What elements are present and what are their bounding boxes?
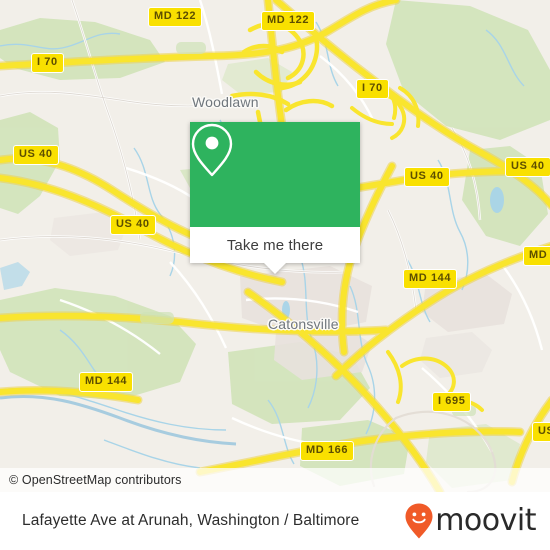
map-attribution-bar: © OpenStreetMap contributors: [0, 468, 550, 492]
highway-shield-md122-west: MD 122: [148, 7, 203, 27]
moovit-station-map-card: Woodlawn Catonsville MD 122 MD 122 I 70 …: [0, 0, 550, 550]
highway-shield-us40-east: US 40: [505, 157, 550, 177]
place-label-catonsville: Catonsville: [268, 316, 339, 332]
highway-shield-us40-west: US 40: [110, 215, 156, 235]
highway-shield-i695: I 695: [432, 392, 472, 412]
highway-shield-md1-east-edge: MD 1: [523, 246, 550, 266]
location-pin-icon: [191, 123, 233, 177]
highway-shield-us-east-edge: US: [532, 422, 550, 442]
callout-header: [190, 122, 360, 227]
station-title: Lafayette Ave at Arunah, Washington / Ba…: [22, 512, 360, 529]
take-me-there-label: Take me there: [226, 236, 324, 254]
card-footer: Lafayette Ave at Arunah, Washington / Ba…: [0, 492, 550, 550]
highway-shield-md144-east: MD 144: [403, 269, 458, 289]
take-me-there-button[interactable]: Take me there: [190, 227, 360, 263]
highway-shield-md166: MD 166: [300, 441, 355, 461]
highway-shield-md122-east: MD 122: [261, 11, 316, 31]
map-canvas[interactable]: Woodlawn Catonsville MD 122 MD 122 I 70 …: [0, 0, 550, 492]
place-label-woodlawn: Woodlawn: [192, 94, 259, 110]
osm-attribution-text: © OpenStreetMap contributors: [9, 473, 182, 487]
moovit-wordmark: moovit: [435, 503, 536, 538]
highway-shield-i70-east: I 70: [356, 79, 389, 99]
moovit-logo[interactable]: moovit: [404, 502, 536, 540]
highway-shield-us40-northwest: US 40: [13, 145, 59, 165]
callout-pointer: [264, 263, 286, 274]
highway-shield-i70-west: I 70: [31, 53, 64, 73]
moovit-smiley-pin-icon: [405, 503, 433, 539]
highway-shield-us40-center: US 40: [404, 167, 450, 187]
highway-shield-md144-west: MD 144: [79, 372, 134, 392]
station-callout[interactable]: Take me there: [190, 122, 360, 274]
